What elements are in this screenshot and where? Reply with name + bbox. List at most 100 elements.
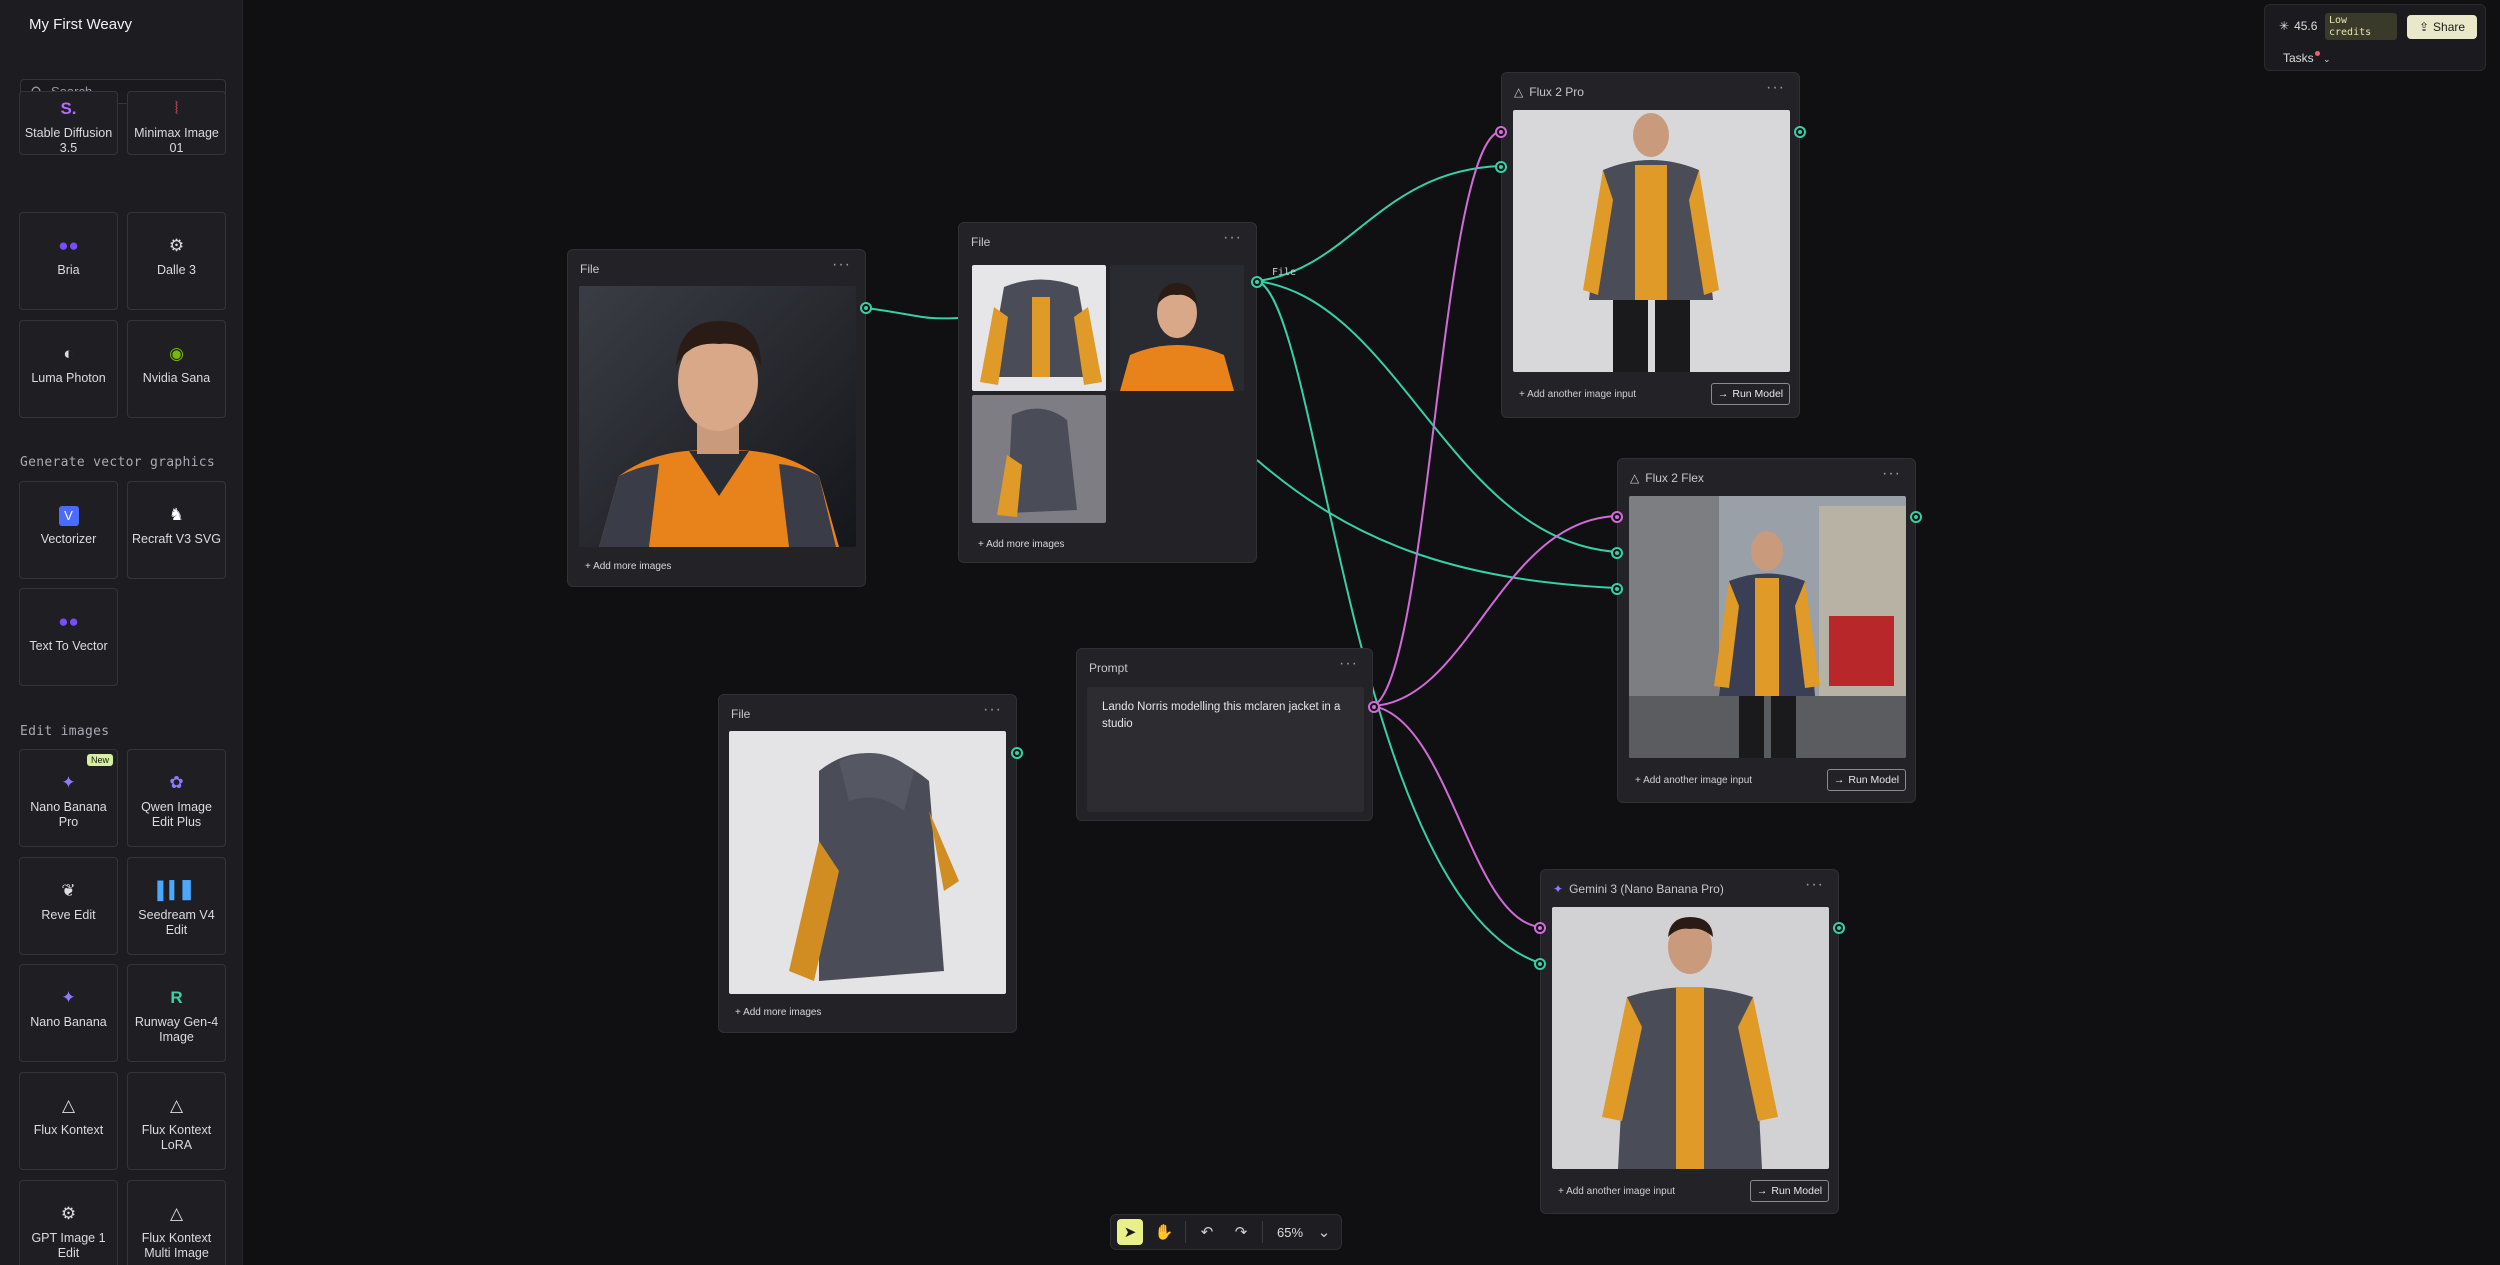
tile-flux-kontext-lora[interactable]: △ Flux Kontext LoRA: [127, 1072, 226, 1170]
tile-label: Seedream V4 Edit: [138, 908, 215, 937]
redo-button[interactable]: ↷: [1228, 1219, 1254, 1245]
low-credits-badge[interactable]: Low credits: [2325, 13, 2397, 40]
prompt-textarea[interactable]: Lando Norris modelling this mclaren jack…: [1087, 687, 1364, 812]
notification-dot: [2315, 51, 2320, 56]
tile-luma[interactable]: ◐ Luma Photon: [19, 320, 118, 418]
openai-icon: ⚙: [168, 236, 185, 255]
node-menu-button[interactable]: ···: [832, 256, 851, 274]
node-menu-button[interactable]: ···: [1805, 876, 1824, 894]
tile-nano-banana-pro[interactable]: New ✦ Nano Banana Pro: [19, 749, 118, 847]
new-badge: New: [86, 754, 113, 766]
undo-button[interactable]: ↶: [1194, 1219, 1220, 1245]
prompt-node[interactable]: Prompt ··· Lando Norris modelling this m…: [1076, 648, 1380, 821]
tile-flux-kontext-multi[interactable]: △ Flux Kontext Multi Image: [127, 1180, 226, 1265]
divider: [1185, 1221, 1186, 1243]
app-title[interactable]: My First Weavy: [29, 16, 132, 33]
tile-minimax[interactable]: ⦚ Minimax Image 01: [127, 91, 226, 155]
add-more-images-button[interactable]: + Add more images: [978, 539, 1064, 550]
node-menu-button[interactable]: ···: [1339, 655, 1358, 673]
tile-seedream[interactable]: ▌▍▋ Seedream V4 Edit: [127, 857, 226, 955]
section-label-edit: Edit images: [20, 724, 110, 739]
redo-icon: ↷: [1234, 1224, 1248, 1241]
zoom-dropdown-button[interactable]: ⌄: [1311, 1219, 1337, 1245]
flux-2-flex-node[interactable]: △ Flux 2 Flex ··· + Add another image in…: [1611, 458, 1922, 803]
hand-tool-button[interactable]: ✋: [1151, 1219, 1177, 1245]
credits-display: ✳ 45.6: [2279, 19, 2317, 33]
tile-text-to-vector[interactable]: ●● Text To Vector: [19, 588, 118, 686]
tile-recraft[interactable]: ♞ Recraft V3 SVG: [127, 481, 226, 579]
tile-nvidia[interactable]: ◉ Nvidia Sana: [127, 320, 226, 418]
gallery-image-jacket-back[interactable]: [972, 395, 1106, 523]
tile-vectorizer[interactable]: V Vectorizer: [19, 481, 118, 579]
node-header: ✦ Gemini 3 (Nano Banana Pro): [1553, 882, 1724, 896]
node-menu-button[interactable]: ···: [1882, 465, 1901, 483]
add-image-input-button[interactable]: + Add another image input: [1519, 389, 1636, 400]
chevron-down-icon: ⌄: [2323, 54, 2331, 64]
input-port-image[interactable]: [1611, 547, 1623, 559]
zoom-level[interactable]: 65%: [1277, 1225, 1303, 1240]
file-node-jacket[interactable]: File ··· + Add more images: [718, 694, 1023, 1033]
tile-stable-diffusion[interactable]: S. Stable Diffusion 3.5: [19, 91, 118, 155]
node-title: Prompt: [1089, 661, 1128, 675]
output-port[interactable]: [1794, 126, 1806, 138]
run-label: Run Model: [1771, 1185, 1823, 1197]
output-port[interactable]: [1368, 701, 1380, 713]
input-port-image[interactable]: [1495, 161, 1507, 173]
input-port-prompt[interactable]: [1495, 126, 1507, 138]
tile-reve[interactable]: ❦ Reve Edit: [19, 857, 118, 955]
file-node-portrait[interactable]: File ··· + Add more images: [567, 249, 872, 587]
add-more-images-button[interactable]: + Add more images: [735, 1007, 821, 1018]
input-port-prompt[interactable]: [1534, 922, 1546, 934]
run-model-button[interactable]: → Run Model: [1827, 769, 1906, 791]
share-button[interactable]: ⇪ Share: [2407, 15, 2477, 39]
node-menu-button[interactable]: ···: [983, 701, 1002, 719]
sidebar: My First Weavy S. Stable Diffusion 3.5 ⦚…: [0, 0, 243, 1265]
output-port[interactable]: [1833, 922, 1845, 934]
tile-nano-banana[interactable]: ✦ Nano Banana: [19, 964, 118, 1062]
edge: [1256, 165, 1502, 282]
tile-qwen[interactable]: ✿ Qwen Image Edit Plus: [127, 749, 226, 847]
select-tool-button[interactable]: ➤: [1117, 1219, 1143, 1245]
stable-diffusion-icon: S.: [60, 99, 77, 118]
output-port[interactable]: [1011, 747, 1023, 759]
add-image-input-button[interactable]: + Add another image input: [1558, 1186, 1675, 1197]
file-node-gallery[interactable]: File ··· + Add more images File: [958, 222, 1296, 563]
output-port[interactable]: [1910, 511, 1922, 523]
gallery-image-jacket-front[interactable]: [972, 265, 1106, 391]
tile-dalle[interactable]: ⚙ Dalle 3: [127, 212, 226, 310]
run-model-button[interactable]: → Run Model: [1711, 383, 1790, 405]
tile-bria[interactable]: ●● Bria: [19, 212, 118, 310]
edge-layer: [865, 130, 1618, 964]
recraft-icon: ♞: [168, 505, 185, 524]
credits-value: 45.6: [2294, 19, 2318, 33]
tasks-dropdown[interactable]: Tasks ⌄: [2283, 51, 2331, 65]
openai-icon: ⚙: [60, 1204, 77, 1223]
tile-label: Nano Banana Pro: [30, 800, 107, 829]
run-model-button[interactable]: → Run Model: [1750, 1180, 1829, 1202]
flux-icon: △: [169, 1096, 184, 1115]
edge: [865, 307, 959, 320]
add-input-label: Add another image input: [1566, 1186, 1676, 1197]
node-title: File: [731, 707, 751, 721]
output-port[interactable]: [1251, 276, 1263, 288]
node-menu-button[interactable]: ···: [1223, 229, 1242, 247]
flux-2-pro-node[interactable]: △ Flux 2 Pro ··· + Add another image inp…: [1495, 72, 1806, 418]
gemini-3-node[interactable]: ✦ Gemini 3 (Nano Banana Pro) ··· + Add a…: [1534, 869, 1845, 1214]
tile-gpt-image-edit[interactable]: ⚙ GPT Image 1 Edit: [19, 1180, 118, 1265]
output-port[interactable]: [860, 302, 872, 314]
input-port-image-2[interactable]: [1611, 583, 1623, 595]
tile-runway[interactable]: R Runway Gen-4 Image: [127, 964, 226, 1062]
add-more-images-button[interactable]: + Add more images: [585, 561, 671, 572]
input-port-prompt[interactable]: [1611, 511, 1623, 523]
gallery-image-portrait[interactable]: [1110, 265, 1244, 391]
add-image-input-button[interactable]: + Add another image input: [1635, 775, 1752, 786]
input-port-image[interactable]: [1534, 958, 1546, 970]
output-label: File: [1272, 267, 1297, 278]
tile-label: Nano Banana: [30, 1015, 107, 1029]
seedream-icon: ▌▍▋: [157, 881, 196, 900]
credits-panel: ✳ 45.6 Low credits ⇪ Share Tasks ⌄: [2264, 4, 2486, 71]
node-title: Flux 2 Pro: [1529, 85, 1584, 99]
tile-flux-kontext[interactable]: △ Flux Kontext: [19, 1072, 118, 1170]
bria-icon: ●●: [58, 236, 79, 255]
node-menu-button[interactable]: ···: [1766, 79, 1785, 97]
